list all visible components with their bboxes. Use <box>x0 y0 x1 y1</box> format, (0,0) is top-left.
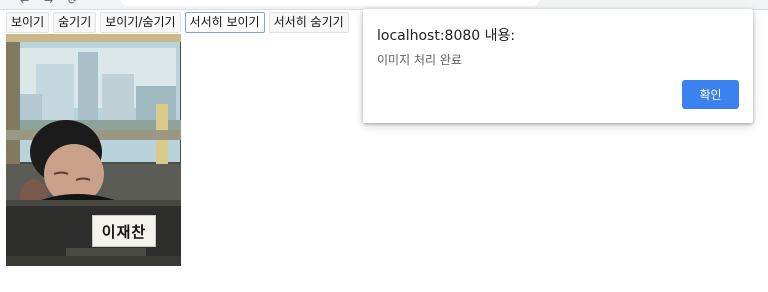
toggle-button[interactable]: 보이기/숨기기 <box>100 12 181 33</box>
fade-in-button[interactable]: 서서히 보이기 <box>184 12 265 33</box>
person-photo: 이재찬 <box>6 34 181 266</box>
fade-out-button[interactable]: 서서히 숨기기 <box>268 12 349 33</box>
show-button[interactable]: 보이기 <box>6 12 50 33</box>
back-icon[interactable]: ← <box>20 0 29 7</box>
ok-button[interactable]: 확인 <box>682 80 739 109</box>
dialog-message: 이미지 처리 완료 <box>377 53 462 67</box>
alert-dialog: localhost:8080 내용: 이미지 처리 완료 확인 <box>363 9 753 123</box>
nameplate: 이재찬 <box>92 215 156 247</box>
hide-button[interactable]: 숨기기 <box>53 12 97 33</box>
forward-icon[interactable]: → <box>44 0 53 7</box>
address-bar[interactable] <box>120 0 540 6</box>
reload-icon[interactable]: ⟳ <box>68 0 77 7</box>
button-toolbar: 보이기 숨기기 보이기/숨기기 서서히 보이기 서서히 숨기기 <box>6 12 349 34</box>
dialog-title: localhost:8080 내용: <box>377 28 516 44</box>
